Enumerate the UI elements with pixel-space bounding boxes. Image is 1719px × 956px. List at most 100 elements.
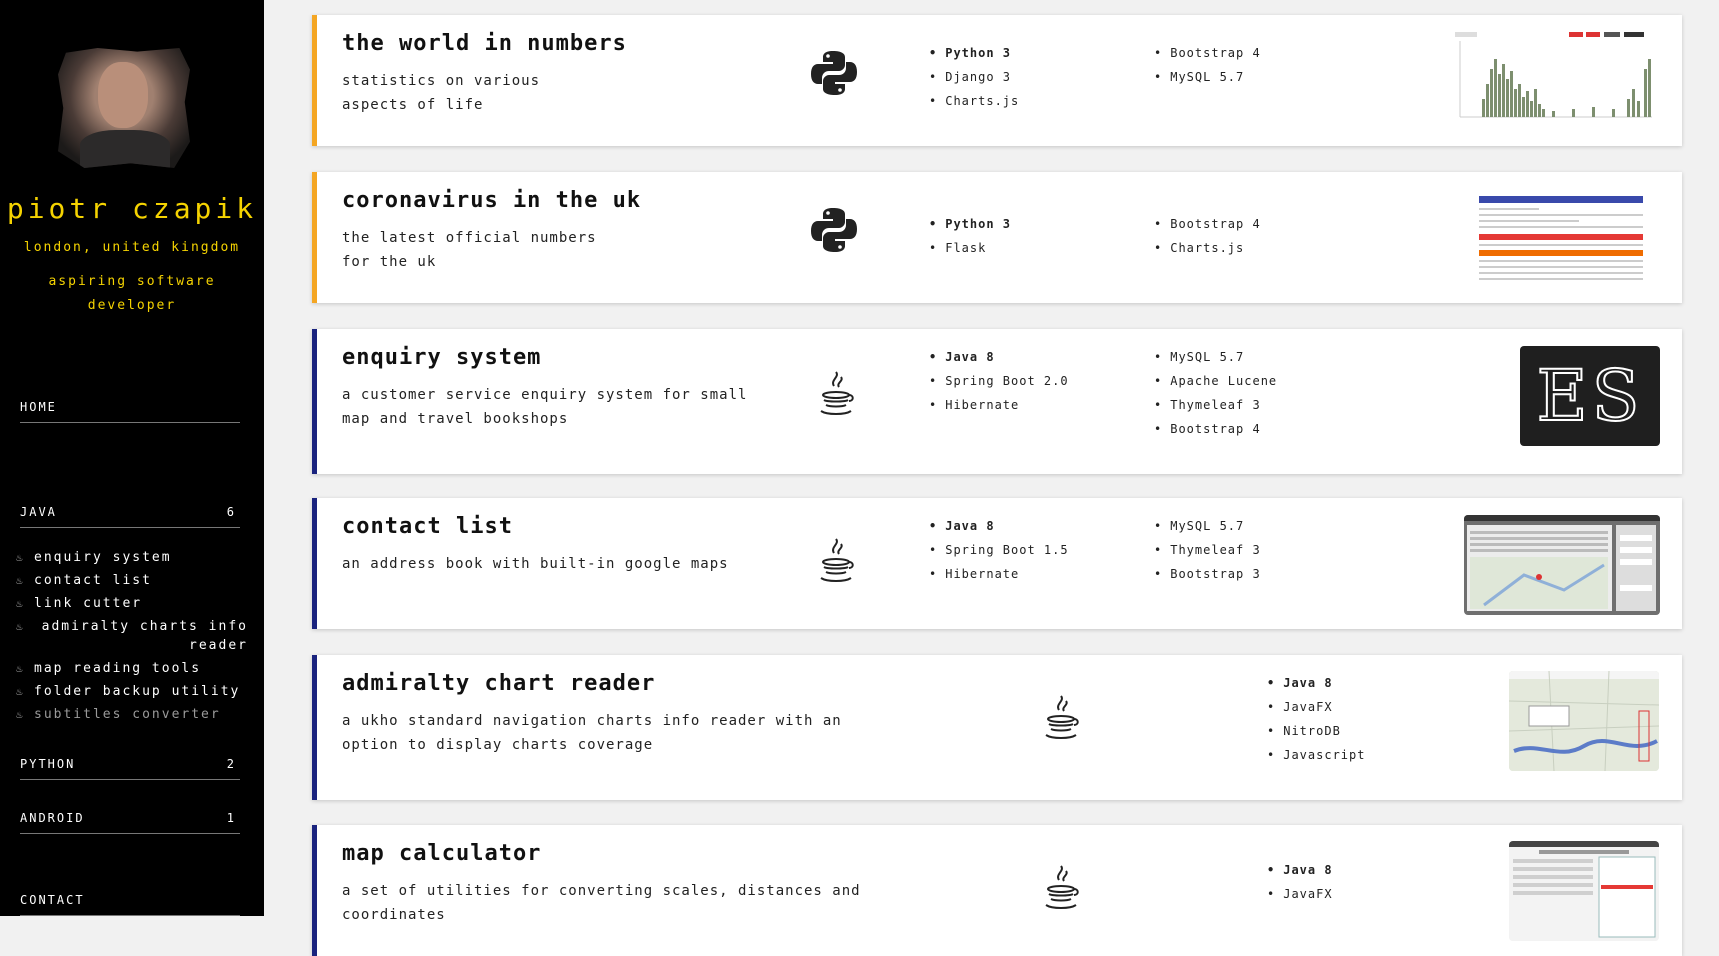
tech-item: JavaFX (1267, 882, 1333, 906)
java-icon (1045, 695, 1079, 739)
project-card-contact-list[interactable]: contact list an address book with built-… (312, 498, 1682, 629)
sidebar-item-label: subtitles converter (34, 707, 221, 722)
project-title: enquiry system (342, 345, 542, 370)
sidebar-item-contact-list[interactable]: ♨ contact list (16, 571, 248, 590)
calculator-screenshot-image (1509, 841, 1659, 941)
sidebar-item-label: link cutter (34, 596, 143, 611)
java-icon: ♨ (16, 574, 25, 587)
tech-list: Java 8 JavaFX NitroDB Javascript (1267, 671, 1365, 767)
project-description-line: for the uk (342, 254, 437, 270)
tech-list: MySQL 5.7 Thymeleaf 3 Bootstrap 3 (1154, 514, 1261, 586)
tech-item: Java 8 (929, 514, 1069, 538)
nav-home-label: HOME (20, 400, 57, 414)
java-icon: ♨ (16, 708, 25, 721)
project-card-world-in-numbers[interactable]: the world in numbers statistics on vario… (312, 15, 1682, 146)
tech-list: Java 8 Spring Boot 2.0 Hibernate (929, 345, 1069, 417)
project-description: a customer service enquiry system for sm… (342, 383, 747, 431)
tech-item: MySQL 5.7 (1154, 345, 1277, 369)
tech-list: Java 8 Spring Boot 1.5 Hibernate (929, 514, 1069, 586)
tech-list: Python 3 Flask (929, 212, 1011, 260)
tech-item: Bootstrap 3 (1154, 562, 1261, 586)
nav-python[interactable]: PYTHON 2 (20, 757, 240, 780)
project-description-line: an address book with built-in google map… (342, 556, 729, 572)
sidebar-item-label: contact list (34, 573, 152, 588)
tech-list: Java 8 JavaFX (1267, 858, 1333, 906)
sidebar-item-enquiry-system[interactable]: ♨ enquiry system (16, 548, 248, 567)
tech-list: MySQL 5.7 Apache Lucene Thymeleaf 3 Boot… (1154, 345, 1277, 441)
project-description: a set of utilities for converting scales… (342, 879, 861, 927)
nav-contact[interactable]: CONTACT (20, 893, 240, 916)
avatar-shirt (80, 130, 170, 168)
nav-java[interactable]: JAVA 6 (20, 505, 240, 528)
project-description-line: the latest official numbers (342, 230, 597, 246)
nav-python-count: 2 (226, 757, 236, 771)
project-description-line: a set of utilities for converting scales… (342, 883, 861, 899)
sidebar-item-link-cutter[interactable]: ♨ link cutter (16, 594, 248, 613)
tech-item: Java 8 (929, 345, 1069, 369)
tech-item: MySQL 5.7 (1154, 514, 1261, 538)
sidebar-item-subtitles-converter[interactable]: ♨ subtitles converter (16, 705, 248, 724)
python-icon (811, 51, 857, 95)
tech-item: Javascript (1267, 743, 1365, 767)
project-screenshot[interactable]: ES (1520, 346, 1660, 446)
tech-item: Java 8 (1267, 858, 1333, 882)
project-card-admiralty-chart-reader[interactable]: admiralty chart reader a ukho standard n… (312, 655, 1682, 800)
project-description: a ukho standard navigation charts info r… (342, 709, 842, 757)
project-description: an address book with built-in google map… (342, 552, 729, 576)
project-title: coronavirus in the uk (342, 188, 642, 213)
java-icon: ♨ (16, 685, 25, 698)
sidebar-item-label: map reading tools (34, 661, 202, 676)
nav-android-label: ANDROID (20, 811, 85, 825)
nav-android[interactable]: ANDROID 1 (20, 811, 240, 834)
tech-item: Charts.js (929, 89, 1019, 113)
avatar (58, 48, 190, 168)
java-icon (820, 371, 854, 415)
project-description-line: a ukho standard navigation charts info r… (342, 713, 842, 729)
project-screenshot[interactable] (1509, 671, 1659, 771)
tech-item: MySQL 5.7 (1154, 65, 1261, 89)
nav-java-label: JAVA (20, 505, 57, 519)
avatar-face (98, 62, 148, 128)
java-icon (820, 538, 854, 582)
map-screenshot-image (1509, 671, 1659, 771)
nav-contact-label: CONTACT (20, 893, 85, 907)
sidebar-item-map-reading-tools[interactable]: ♨ map reading tools (16, 659, 248, 678)
project-card-enquiry-system[interactable]: enquiry system a customer service enquir… (312, 329, 1682, 474)
project-description: statistics on various aspects of life (342, 69, 540, 117)
tech-item: Spring Boot 2.0 (929, 369, 1069, 393)
project-description-line: aspects of life (342, 97, 484, 113)
tech-item: Spring Boot 1.5 (929, 538, 1069, 562)
tech-list: Bootstrap 4 MySQL 5.7 (1154, 41, 1261, 89)
project-screenshot[interactable] (1477, 188, 1645, 288)
sidebar-item-folder-backup[interactable]: ♨ folder backup utility (16, 682, 248, 701)
tech-item: Apache Lucene (1154, 369, 1277, 393)
project-description-line: a customer service enquiry system for sm… (342, 387, 748, 403)
nav-home[interactable]: HOME (20, 400, 240, 423)
tech-item: Hibernate (929, 562, 1069, 586)
table-screenshot-image (1477, 188, 1645, 288)
java-icon: ♨ (16, 551, 25, 564)
project-description-line: coordinates (342, 907, 446, 923)
project-screenshot[interactable] (1452, 29, 1657, 129)
project-description-line: option to display charts coverage (342, 737, 654, 753)
sidebar-item-label: folder backup utility (34, 684, 241, 699)
sidebar-item-label: enquiry system (34, 550, 172, 565)
project-screenshot[interactable] (1509, 841, 1659, 941)
project-description-line: map and travel bookshops (342, 411, 569, 427)
es-logo: ES (1535, 354, 1644, 438)
tech-item: Charts.js (1154, 236, 1261, 260)
tech-item: Flask (929, 236, 1011, 260)
tech-item: Bootstrap 4 (1154, 212, 1261, 236)
tech-item: NitroDB (1267, 719, 1365, 743)
sidebar-item-admiralty-charts[interactable]: ♨ admiralty charts info reader (16, 617, 248, 655)
tech-item: Python 3 (929, 41, 1019, 65)
project-title: contact list (342, 514, 513, 539)
project-description: the latest official numbers for the uk (342, 226, 597, 274)
tech-item: Thymeleaf 3 (1154, 393, 1277, 417)
sidebar: piotr czapik london, united kingdom aspi… (0, 0, 264, 916)
project-screenshot[interactable] (1464, 515, 1660, 615)
tech-item: Hibernate (929, 393, 1069, 417)
project-card-coronavirus-uk[interactable]: coronavirus in the uk the latest officia… (312, 172, 1682, 303)
profile-role: aspiring software developer (48, 274, 216, 313)
project-card-map-calculator[interactable]: map calculator a set of utilities for co… (312, 825, 1682, 956)
